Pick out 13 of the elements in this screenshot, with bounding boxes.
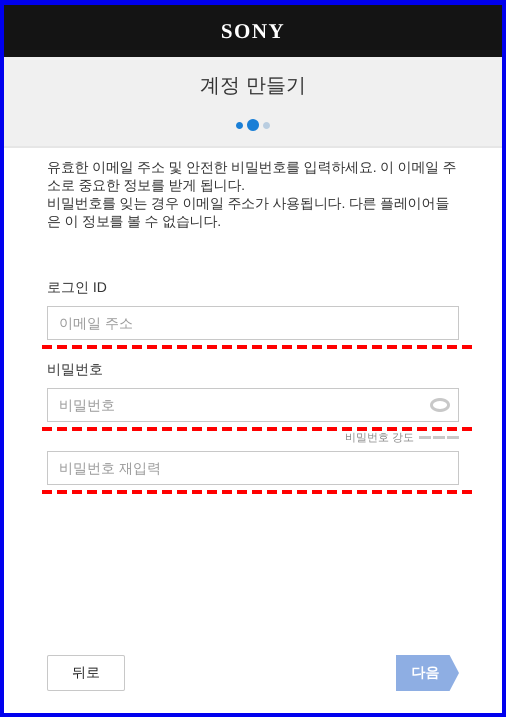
page-title: 계정 만들기 xyxy=(200,74,306,99)
field-label: 로그인 ID xyxy=(47,278,108,296)
strength-label: 비밀번호 강도 xyxy=(344,431,414,445)
instruction-text: 비밀번호를 잊는 경우 이메일 주소가 사용됩니다. 다른 플레이어들은 이 정보를 볼 수 없습니다. xyxy=(47,194,450,230)
instruction-text: 유효한 이메일 주소 및 안전한 비밀번호를 입력하세요. 이 이메일 주소로 중요한 정보를 받게 됩니다. xyxy=(47,158,458,194)
eye-icon[interactable] xyxy=(430,398,450,412)
strength-meter xyxy=(419,436,459,439)
password-field[interactable]: 비밀번호 xyxy=(47,388,459,422)
field-label: 비밀번호 xyxy=(47,360,104,378)
email-field[interactable]: 이메일 주소 xyxy=(47,306,459,340)
back-button[interactable]: 뒤로 xyxy=(47,655,125,691)
logo: SONY xyxy=(220,18,286,44)
password-confirm-field[interactable]: 비밀번호 재입력 xyxy=(47,451,459,485)
